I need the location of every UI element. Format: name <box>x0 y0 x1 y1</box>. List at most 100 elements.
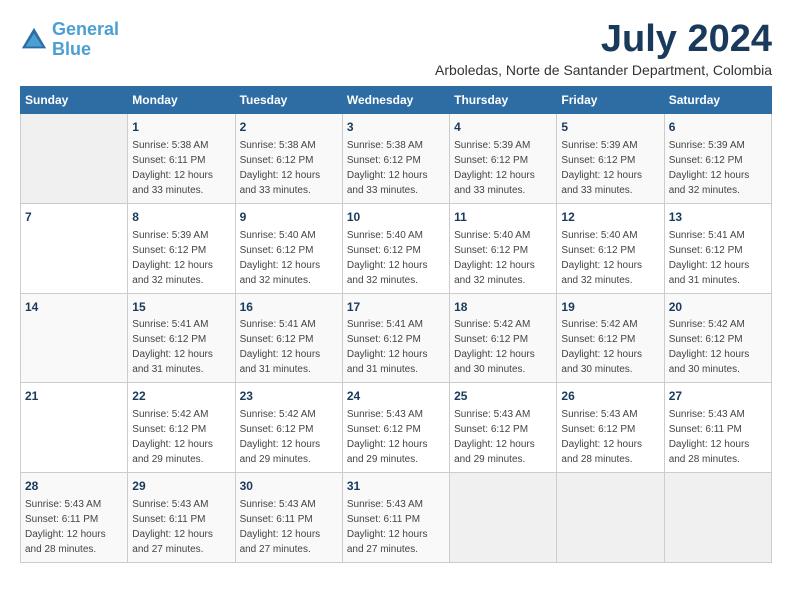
calendar-header-row: Sunday Monday Tuesday Wednesday Thursday… <box>21 87 772 114</box>
day-info: Sunrise: 5:38 AM Sunset: 6:11 PM Dayligh… <box>132 138 230 198</box>
calendar-week-row: 1415Sunrise: 5:41 AM Sunset: 6:12 PM Day… <box>21 293 772 383</box>
table-cell: 29 Sunrise: 5:43 AM Sunset: 6:11 PM Dayli… <box>128 473 235 563</box>
title-block: July 2024 Arboledas, Norte de Santander … <box>435 20 772 78</box>
day-info: Sunrise: 5:39 AM Sunset: 6:12 PM Dayligh… <box>669 138 767 198</box>
calendar-week-row: 28 Sunrise: 5:43 AM Sunset: 6:11 PM Dayli… <box>21 473 772 563</box>
table-cell: 26 Sunrise: 5:43 AM Sunset: 6:12 PM Dayli… <box>557 383 664 473</box>
table-cell: 7 <box>21 203 128 293</box>
table-cell: 31 Sunrise: 5:43 AM Sunset: 6:11 PM Dayli… <box>342 473 449 563</box>
day-number: 21 <box>25 388 123 405</box>
table-cell: 23 Sunrise: 5:42 AM Sunset: 6:12 PM Dayli… <box>235 383 342 473</box>
day-info: Sunrise: 5:41 AM Sunset: 6:12 PM Dayligh… <box>669 228 767 288</box>
table-cell: 24Sunrise: 5:43 AM Sunset: 6:12 PM Dayli… <box>342 383 449 473</box>
day-info: Sunrise: 5:40 AM Sunset: 6:12 PM Dayligh… <box>454 228 552 288</box>
table-cell: 30Sunrise: 5:43 AM Sunset: 6:11 PM Dayli… <box>235 473 342 563</box>
day-number: 13 <box>669 209 767 226</box>
table-cell: 10 Sunrise: 5:40 AM Sunset: 6:12 PM Dayli… <box>342 203 449 293</box>
month-year-title: July 2024 <box>435 20 772 58</box>
table-cell <box>557 473 664 563</box>
day-number: 2 <box>240 119 338 136</box>
day-number: 28 <box>25 478 123 495</box>
col-sunday: Sunday <box>21 87 128 114</box>
day-number: 3 <box>347 119 445 136</box>
day-number: 10 <box>347 209 445 226</box>
col-monday: Monday <box>128 87 235 114</box>
day-number: 18 <box>454 299 552 316</box>
page-header: General Blue July 2024 Arboledas, Norte … <box>20 20 772 78</box>
table-cell <box>21 114 128 204</box>
day-number: 16 <box>240 299 338 316</box>
table-cell: 11 Sunrise: 5:40 AM Sunset: 6:12 PM Dayli… <box>450 203 557 293</box>
table-cell <box>664 473 771 563</box>
day-info: Sunrise: 5:39 AM Sunset: 6:12 PM Dayligh… <box>561 138 659 198</box>
day-info: Sunrise: 5:43 AM Sunset: 6:12 PM Dayligh… <box>454 407 552 467</box>
day-number: 23 <box>240 388 338 405</box>
day-number: 6 <box>669 119 767 136</box>
day-info: Sunrise: 5:40 AM Sunset: 6:12 PM Dayligh… <box>561 228 659 288</box>
day-number: 14 <box>25 299 123 316</box>
day-info: Sunrise: 5:43 AM Sunset: 6:11 PM Dayligh… <box>347 497 445 557</box>
day-number: 27 <box>669 388 767 405</box>
day-info: Sunrise: 5:39 AM Sunset: 6:12 PM Dayligh… <box>454 138 552 198</box>
table-cell: 8Sunrise: 5:39 AM Sunset: 6:12 PM Daylig… <box>128 203 235 293</box>
table-cell: 17Sunrise: 5:41 AM Sunset: 6:12 PM Dayli… <box>342 293 449 383</box>
day-number: 5 <box>561 119 659 136</box>
table-cell: 6 Sunrise: 5:39 AM Sunset: 6:12 PM Daylig… <box>664 114 771 204</box>
table-cell: 15Sunrise: 5:41 AM Sunset: 6:12 PM Dayli… <box>128 293 235 383</box>
table-cell: 12 Sunrise: 5:40 AM Sunset: 6:12 PM Dayli… <box>557 203 664 293</box>
location-subtitle: Arboledas, Norte de Santander Department… <box>435 62 772 78</box>
day-number: 11 <box>454 209 552 226</box>
day-number: 26 <box>561 388 659 405</box>
day-info: Sunrise: 5:43 AM Sunset: 6:11 PM Dayligh… <box>25 497 123 557</box>
day-number: 9 <box>240 209 338 226</box>
day-number: 4 <box>454 119 552 136</box>
table-cell: 14 <box>21 293 128 383</box>
table-cell: 19Sunrise: 5:42 AM Sunset: 6:12 PM Dayli… <box>557 293 664 383</box>
day-info: Sunrise: 5:43 AM Sunset: 6:11 PM Dayligh… <box>669 407 767 467</box>
table-cell: 25Sunrise: 5:43 AM Sunset: 6:12 PM Dayli… <box>450 383 557 473</box>
calendar-table: Sunday Monday Tuesday Wednesday Thursday… <box>20 86 772 563</box>
day-info: Sunrise: 5:41 AM Sunset: 6:12 PM Dayligh… <box>240 317 338 377</box>
day-info: Sunrise: 5:40 AM Sunset: 6:12 PM Dayligh… <box>240 228 338 288</box>
day-info: Sunrise: 5:38 AM Sunset: 6:12 PM Dayligh… <box>347 138 445 198</box>
day-info: Sunrise: 5:42 AM Sunset: 6:12 PM Dayligh… <box>454 317 552 377</box>
day-info: Sunrise: 5:39 AM Sunset: 6:12 PM Dayligh… <box>132 228 230 288</box>
day-number: 20 <box>669 299 767 316</box>
calendar-week-row: 78Sunrise: 5:39 AM Sunset: 6:12 PM Dayli… <box>21 203 772 293</box>
col-saturday: Saturday <box>664 87 771 114</box>
day-number: 29 <box>132 478 230 495</box>
calendar-week-row: 21 22 Sunrise: 5:42 AM Sunset: 6:12 PM Day… <box>21 383 772 473</box>
day-number: 22 <box>132 388 230 405</box>
col-wednesday: Wednesday <box>342 87 449 114</box>
logo-icon <box>20 26 48 54</box>
table-cell: 2 Sunrise: 5:38 AM Sunset: 6:12 PM Daylig… <box>235 114 342 204</box>
day-info: Sunrise: 5:43 AM Sunset: 6:11 PM Dayligh… <box>132 497 230 557</box>
day-info: Sunrise: 5:42 AM Sunset: 6:12 PM Dayligh… <box>561 317 659 377</box>
table-cell: 4 Sunrise: 5:39 AM Sunset: 6:12 PM Daylig… <box>450 114 557 204</box>
day-number: 1 <box>132 119 230 136</box>
table-cell: 16Sunrise: 5:41 AM Sunset: 6:12 PM Dayli… <box>235 293 342 383</box>
day-info: Sunrise: 5:40 AM Sunset: 6:12 PM Dayligh… <box>347 228 445 288</box>
day-info: Sunrise: 5:43 AM Sunset: 6:12 PM Dayligh… <box>347 407 445 467</box>
day-number: 31 <box>347 478 445 495</box>
day-info: Sunrise: 5:41 AM Sunset: 6:12 PM Dayligh… <box>347 317 445 377</box>
table-cell: 9 Sunrise: 5:40 AM Sunset: 6:12 PM Daylig… <box>235 203 342 293</box>
day-info: Sunrise: 5:42 AM Sunset: 6:12 PM Dayligh… <box>132 407 230 467</box>
col-thursday: Thursday <box>450 87 557 114</box>
day-info: Sunrise: 5:41 AM Sunset: 6:12 PM Dayligh… <box>132 317 230 377</box>
day-number: 12 <box>561 209 659 226</box>
col-friday: Friday <box>557 87 664 114</box>
day-info: Sunrise: 5:43 AM Sunset: 6:12 PM Dayligh… <box>561 407 659 467</box>
table-cell: 21 <box>21 383 128 473</box>
day-info: Sunrise: 5:38 AM Sunset: 6:12 PM Dayligh… <box>240 138 338 198</box>
table-cell: 3 Sunrise: 5:38 AM Sunset: 6:12 PM Daylig… <box>342 114 449 204</box>
table-cell: 27 Sunrise: 5:43 AM Sunset: 6:11 PM Dayli… <box>664 383 771 473</box>
logo-text: General Blue <box>52 20 119 60</box>
table-cell <box>450 473 557 563</box>
day-info: Sunrise: 5:42 AM Sunset: 6:12 PM Dayligh… <box>240 407 338 467</box>
calendar-week-row: 1 Sunrise: 5:38 AM Sunset: 6:11 PM Daylig… <box>21 114 772 204</box>
day-number: 15 <box>132 299 230 316</box>
logo: General Blue <box>20 20 119 60</box>
table-cell: 5 Sunrise: 5:39 AM Sunset: 6:12 PM Daylig… <box>557 114 664 204</box>
table-cell: 13 Sunrise: 5:41 AM Sunset: 6:12 PM Dayli… <box>664 203 771 293</box>
